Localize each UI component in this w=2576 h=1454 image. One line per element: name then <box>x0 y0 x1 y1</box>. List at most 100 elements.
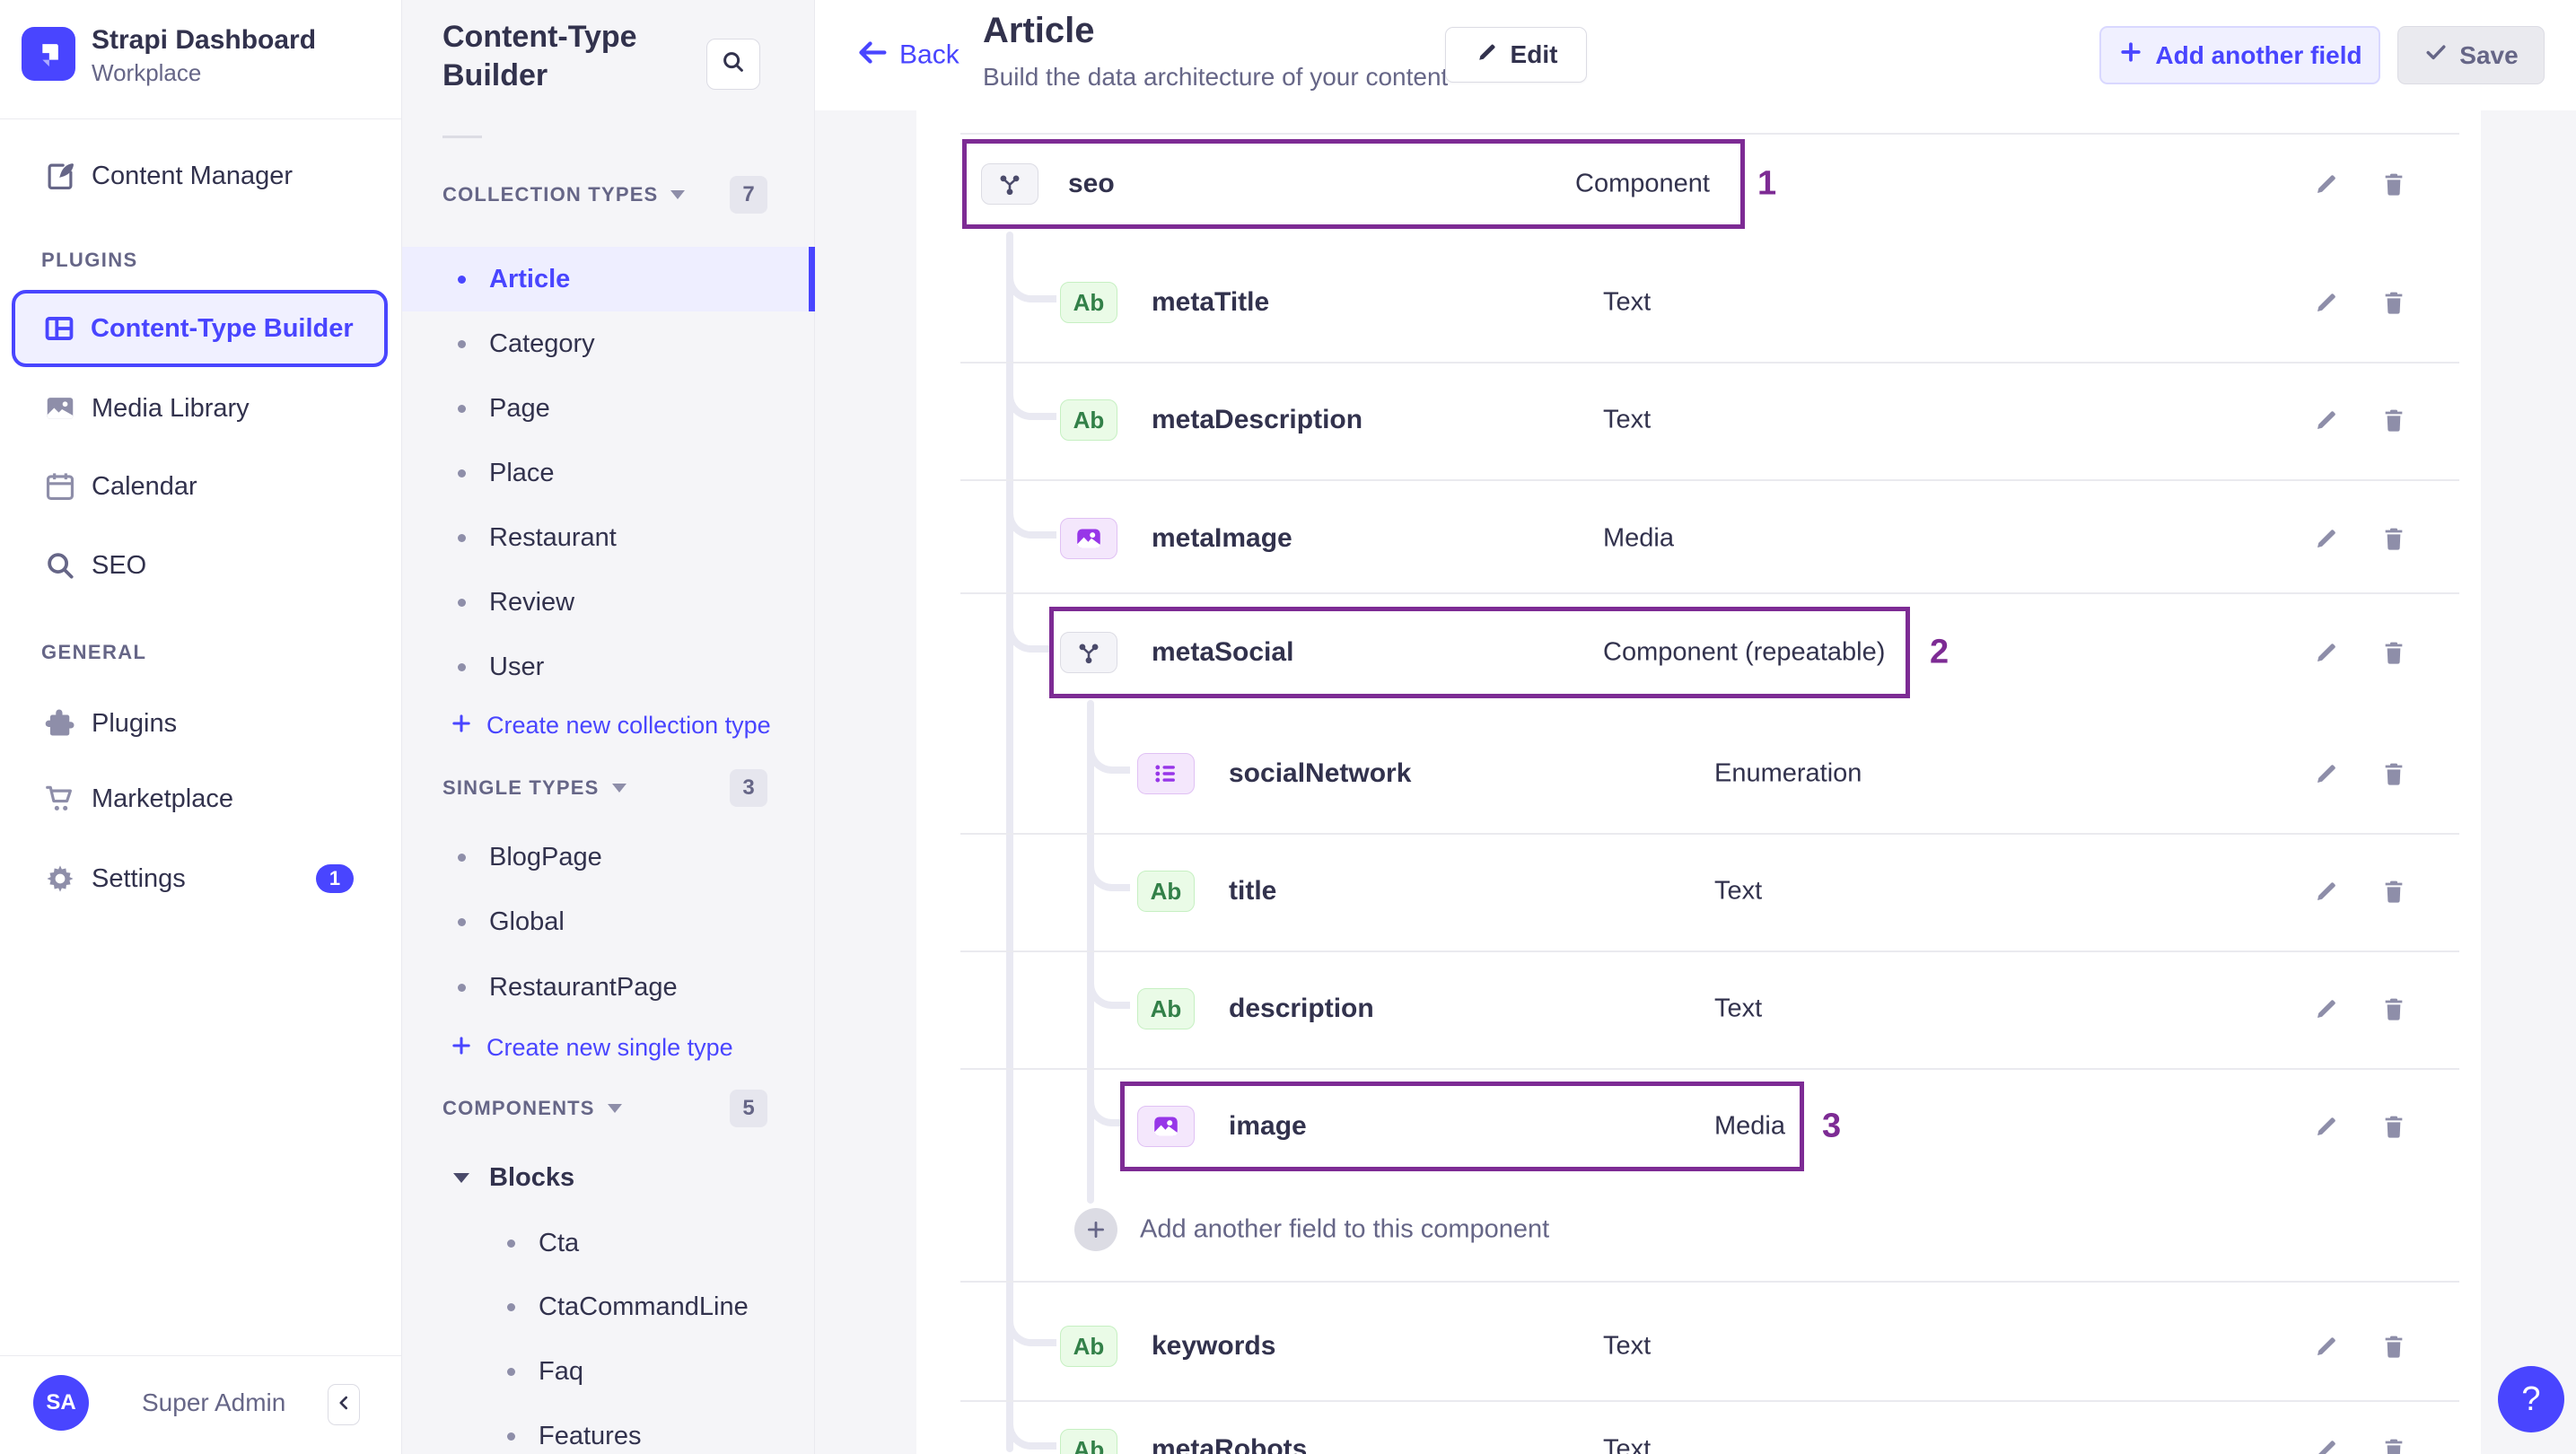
page-subtitle: Build the data architecture of your cont… <box>983 63 1449 91</box>
delete-field-button[interactable] <box>2374 283 2414 322</box>
sidebar-item-user[interactable]: User <box>402 635 815 699</box>
sidebar-item-media-library[interactable]: Media Library <box>0 383 402 434</box>
search-button[interactable] <box>706 39 760 90</box>
delete-field-button[interactable] <box>2374 872 2414 911</box>
add-another-field-button[interactable]: Add another field <box>2099 26 2380 84</box>
component-group-blocks[interactable]: Blocks <box>402 1145 815 1210</box>
save-button[interactable]: Save <box>2397 26 2545 84</box>
edit-field-button[interactable] <box>2307 633 2346 672</box>
fields-table: 1 seo Component Ab metaTitle Text Ab metaDescri… <box>916 110 2481 1454</box>
delete-field-button[interactable] <box>2374 633 2414 672</box>
sidebar-item-content-manager[interactable]: Content Manager <box>0 151 402 201</box>
strapi-logo-icon[interactable] <box>22 27 75 81</box>
sidebar-item-category[interactable]: Category <box>402 311 815 376</box>
delete-field-button[interactable] <box>2374 1327 2414 1366</box>
sidebar-item-settings[interactable]: Settings 1 <box>0 854 402 904</box>
delete-field-button[interactable] <box>2374 754 2414 793</box>
edit-field-button[interactable] <box>2307 283 2346 322</box>
field-type-label: Component (repeatable) <box>1603 637 1886 667</box>
tree-elbow <box>1006 1403 1056 1450</box>
edit-field-button[interactable] <box>2307 519 2346 558</box>
check-icon <box>2423 39 2459 71</box>
search-icon <box>720 48 747 80</box>
edit-field-button[interactable] <box>2307 1107 2346 1146</box>
collapse-sidebar-button[interactable] <box>328 1384 360 1425</box>
create-collection-type-link[interactable]: Create new collection type <box>402 700 815 750</box>
sidebar-item-page[interactable]: Page <box>402 376 815 441</box>
type-sidebar-title: Content-Type Builder <box>442 20 637 92</box>
add-field-label: Add another field <box>2155 40 2362 69</box>
bullet-icon <box>458 275 466 284</box>
sidebar-item-features[interactable]: Features <box>402 1404 815 1454</box>
delete-field-button[interactable] <box>2374 519 2414 558</box>
field-type-label: Media <box>1714 1111 1785 1141</box>
help-button[interactable]: ? <box>2498 1366 2564 1432</box>
sidebar-item-article[interactable]: Article <box>402 247 815 311</box>
sidebar-item-label: Features <box>539 1421 642 1450</box>
delete-field-button[interactable] <box>2374 400 2414 440</box>
row-divider <box>960 592 2459 594</box>
sidebar-item-ctacommandline[interactable]: CtaCommandLine <box>402 1275 815 1340</box>
edit-field-button[interactable] <box>2307 1327 2346 1366</box>
delete-field-button[interactable] <box>2374 1430 2414 1454</box>
back-link[interactable]: Back <box>854 35 959 75</box>
settings-notification-badge: 1 <box>316 864 354 893</box>
sidebar-item-global[interactable]: Global <box>402 890 815 955</box>
chevron-down-icon <box>607 1104 622 1113</box>
collection-types-header[interactable]: COLLECTION TYPES 7 <box>402 176 815 214</box>
single-types-count-badge: 3 <box>730 769 767 807</box>
field-type-label: Enumeration <box>1714 758 1862 788</box>
edit-field-button[interactable] <box>2307 1430 2346 1454</box>
field-name: image <box>1229 1111 1307 1141</box>
sidebar-item-plugins[interactable]: Plugins <box>0 698 402 749</box>
main-sidebar: Strapi Dashboard Workplace Content Manag… <box>0 0 402 1454</box>
edit-field-button[interactable] <box>2307 164 2346 204</box>
user-avatar[interactable]: SA <box>33 1375 89 1431</box>
delete-field-button[interactable] <box>2374 164 2414 204</box>
bullet-icon <box>507 1432 515 1441</box>
components-header[interactable]: COMPONENTS 5 <box>402 1090 815 1127</box>
edit-field-button[interactable] <box>2307 754 2346 793</box>
sidebar-item-label: Place <box>489 458 555 487</box>
edit-field-button[interactable] <box>2307 989 2346 1029</box>
sidebar-item-place[interactable]: Place <box>402 441 815 505</box>
delete-field-button[interactable] <box>2374 1107 2414 1146</box>
arrow-left-icon <box>854 35 890 75</box>
active-indicator-bar <box>809 247 815 311</box>
delete-field-button[interactable] <box>2374 989 2414 1029</box>
sidebar-item-restaurant[interactable]: Restaurant <box>402 505 815 570</box>
sidebar-item-blogpage[interactable]: BlogPage <box>402 825 815 889</box>
section-label: COLLECTION TYPES <box>442 183 659 206</box>
field-name: keywords <box>1152 1331 1276 1361</box>
title-divider <box>442 136 482 138</box>
content-type-builder-icon <box>40 311 78 346</box>
sidebar-item-seo[interactable]: SEO <box>0 540 402 591</box>
annotation-number: 1 <box>1757 164 1777 203</box>
sidebar-footer-divider <box>0 1355 402 1356</box>
chevron-down-icon <box>611 784 626 793</box>
bullet-icon <box>507 1239 515 1248</box>
content-type-builder-sidebar: Content-Type Builder COLLECTION TYPES 7 … <box>402 0 815 1454</box>
sidebar-item-marketplace[interactable]: Marketplace <box>0 774 402 824</box>
edit-field-button[interactable] <box>2307 872 2346 911</box>
sidebar-item-faq[interactable]: Faq <box>402 1339 815 1404</box>
sidebar-item-cta[interactable]: Cta <box>402 1211 815 1275</box>
sidebar-item-label: Review <box>489 587 575 617</box>
add-field-to-component-button[interactable] <box>1074 1208 1117 1251</box>
sidebar-item-content-type-builder[interactable]: Content-Type Builder <box>12 290 388 367</box>
content-manager-icon <box>41 159 79 193</box>
create-single-type-link[interactable]: Create new single type <box>402 1022 815 1073</box>
sidebar-item-calendar[interactable]: Calendar <box>0 461 402 512</box>
sidebar-item-restaurantpage[interactable]: RestaurantPage <box>402 955 815 1020</box>
sidebar-item-label: User <box>489 652 545 681</box>
section-label: SINGLE TYPES <box>442 776 600 799</box>
sidebar-item-review[interactable]: Review <box>402 570 815 635</box>
edit-field-button[interactable] <box>2307 400 2346 440</box>
chevron-down-icon <box>670 190 686 199</box>
sidebar-item-label: Faq <box>539 1356 583 1386</box>
edit-button[interactable]: Edit <box>1445 27 1587 83</box>
page-title: Article <box>983 11 1095 50</box>
row-divider <box>960 950 2459 952</box>
field-type-label: Media <box>1603 523 1674 553</box>
single-types-header[interactable]: SINGLE TYPES 3 <box>402 769 815 807</box>
